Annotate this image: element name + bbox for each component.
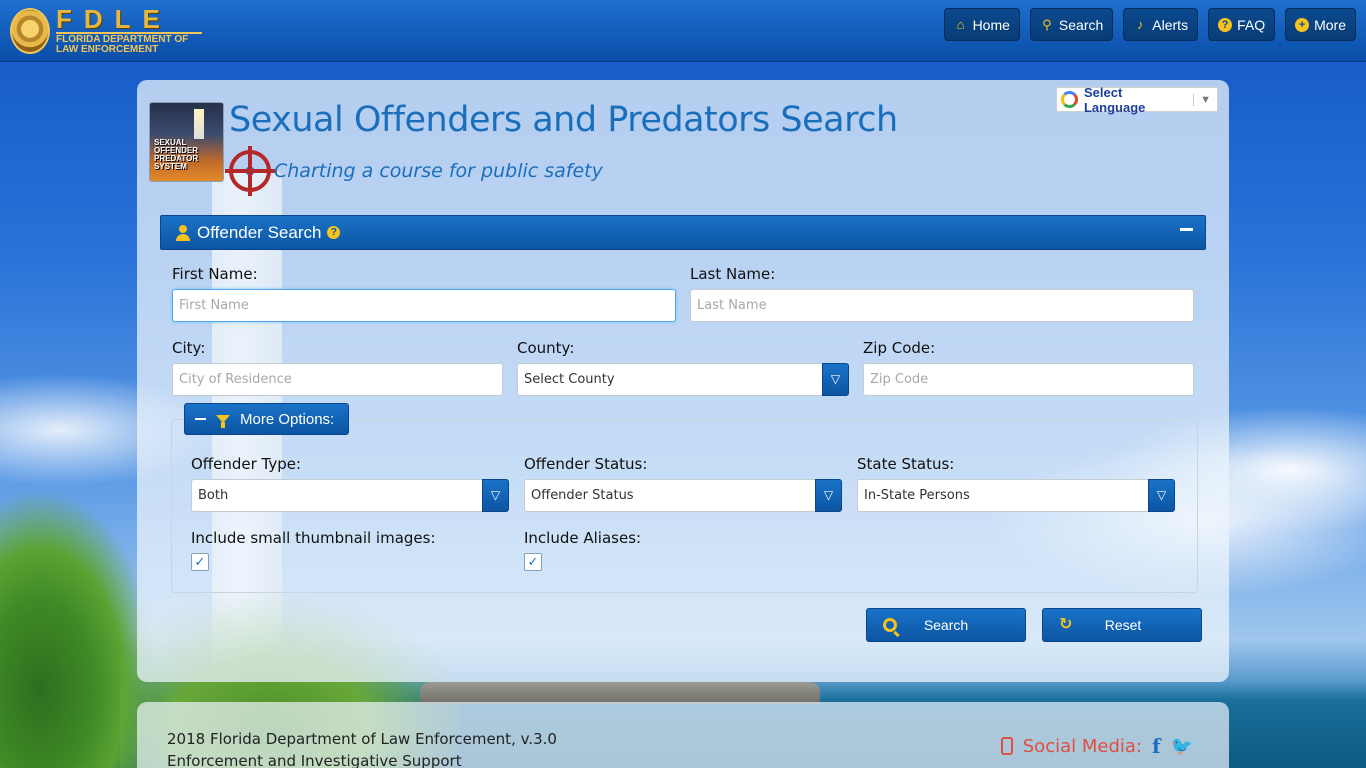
zip-code-input[interactable] bbox=[863, 363, 1194, 396]
aliases-label: Include Aliases: bbox=[524, 529, 642, 547]
top-navigation-bar: FDLE FLORIDA DEPARTMENT OF LAW ENFORCEME… bbox=[0, 0, 1366, 62]
thumbnails-checkbox[interactable]: ✓ bbox=[191, 553, 209, 571]
caret-down-icon: ▼ bbox=[1193, 93, 1217, 106]
logo-title: FDLE bbox=[56, 4, 172, 34]
refresh-icon: ↻ bbox=[1059, 616, 1073, 633]
plus-circle-icon: + bbox=[1295, 17, 1310, 32]
footer-copyright: 2018 Florida Department of Law Enforceme… bbox=[167, 730, 557, 748]
logo-subtitle: FLORIDA DEPARTMENT OF LAW ENFORCEMENT bbox=[56, 32, 202, 55]
question-icon: ? bbox=[1218, 17, 1233, 32]
main-nav: ⌂ Home ⚲ Search ♪ Alerts ? FAQ + More bbox=[943, 8, 1356, 41]
fdle-badge-icon bbox=[10, 7, 50, 54]
reset-button[interactable]: ↻ Reset bbox=[1042, 608, 1202, 642]
page-footer: 2018 Florida Department of Law Enforceme… bbox=[137, 702, 1229, 768]
sop-system-logo: SEXUAL OFFENDER PREDATOR SYSTEM bbox=[149, 102, 224, 182]
nav-alerts-button[interactable]: ♪ Alerts bbox=[1123, 8, 1199, 41]
collapse-icon[interactable] bbox=[1180, 228, 1193, 231]
social-media: Social Media: f 🐦 bbox=[1000, 734, 1193, 758]
city-label: City: bbox=[172, 339, 206, 357]
minus-icon bbox=[195, 418, 206, 420]
search-icon: ⚲ bbox=[1042, 16, 1052, 32]
nav-search-button[interactable]: ⚲ Search bbox=[1029, 8, 1114, 41]
page-title: Sexual Offenders and Predators Search bbox=[229, 100, 898, 140]
chevron-down-icon: ▽ bbox=[822, 363, 849, 396]
nav-faq-button[interactable]: ? FAQ bbox=[1208, 8, 1276, 41]
ship-wheel-icon bbox=[225, 146, 275, 196]
zip-code-label: Zip Code: bbox=[863, 339, 936, 357]
google-icon bbox=[1061, 91, 1078, 108]
chevron-down-icon: ▽ bbox=[1148, 479, 1175, 512]
nav-home-button[interactable]: ⌂ Home bbox=[943, 8, 1020, 41]
rocks-background bbox=[420, 682, 820, 704]
offender-type-label: Offender Type: bbox=[191, 455, 302, 473]
city-input[interactable] bbox=[172, 363, 503, 396]
nav-more-button[interactable]: + More bbox=[1285, 8, 1356, 41]
aliases-checkbox[interactable]: ✓ bbox=[524, 553, 542, 571]
last-name-input[interactable] bbox=[690, 289, 1194, 322]
more-options-toggle[interactable]: More Options: bbox=[184, 403, 349, 435]
offender-type-select[interactable]: Both ▽ bbox=[191, 479, 509, 512]
last-name-label: Last Name: bbox=[690, 265, 776, 283]
lighthouse-icon bbox=[194, 109, 204, 139]
offender-status-label: Offender Status: bbox=[524, 455, 648, 473]
filter-icon bbox=[216, 415, 230, 428]
state-status-label: State Status: bbox=[857, 455, 955, 473]
first-name-input[interactable] bbox=[172, 289, 676, 322]
language-select[interactable]: Select Language ▼ bbox=[1056, 85, 1218, 115]
page-tagline: Charting a course for public safety bbox=[274, 160, 603, 182]
bell-icon: ♪ bbox=[1137, 16, 1144, 32]
county-select[interactable]: Select County ▽ bbox=[517, 363, 849, 396]
thumbnails-label: Include small thumbnail images: bbox=[191, 529, 436, 547]
phone-icon bbox=[1000, 737, 1013, 755]
state-status-select[interactable]: In-State Persons ▽ bbox=[857, 479, 1175, 512]
footer-division: Enforcement and Investigative Support bbox=[167, 752, 462, 768]
facebook-icon[interactable]: f bbox=[1152, 734, 1161, 758]
offender-search-header[interactable]: Offender Search ? bbox=[160, 215, 1206, 250]
home-icon: ⌂ bbox=[956, 16, 965, 32]
offender-status-select[interactable]: Offender Status ▽ bbox=[524, 479, 842, 512]
person-icon bbox=[175, 224, 191, 241]
help-icon[interactable]: ? bbox=[327, 226, 341, 239]
chevron-down-icon: ▽ bbox=[482, 479, 509, 512]
county-label: County: bbox=[517, 339, 575, 357]
search-panel: SEXUAL OFFENDER PREDATOR SYSTEM Sexual O… bbox=[137, 80, 1229, 682]
fdle-logo[interactable]: FDLE FLORIDA DEPARTMENT OF LAW ENFORCEME… bbox=[10, 6, 202, 55]
twitter-icon[interactable]: 🐦 bbox=[1171, 736, 1193, 757]
first-name-label: First Name: bbox=[172, 265, 258, 283]
search-icon bbox=[883, 618, 897, 632]
chevron-down-icon: ▽ bbox=[815, 479, 842, 512]
search-button[interactable]: Search bbox=[866, 608, 1026, 642]
